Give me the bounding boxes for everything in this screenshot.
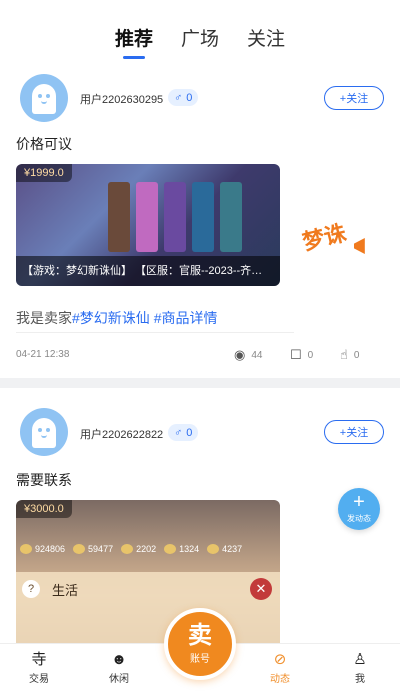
nav-me-label: 我 xyxy=(355,674,365,685)
coin-icon xyxy=(164,544,177,554)
nav-leisure-label: 休闲 xyxy=(109,674,129,685)
view-count: 44 xyxy=(251,349,263,361)
nav-trade-label: 交易 xyxy=(29,674,49,685)
follow-button[interactable]: +关注 xyxy=(324,86,384,110)
nav-trade[interactable]: 寺 交易 xyxy=(14,650,64,685)
logo-text: 梦诛 xyxy=(299,220,349,255)
hashtag-game[interactable]: #梦幻新诛仙 xyxy=(72,310,150,326)
gender-count: 0 xyxy=(186,91,193,104)
eye-icon: ◉ xyxy=(234,347,246,362)
sell-char: 卖 xyxy=(188,622,212,649)
coin-icon xyxy=(73,544,86,554)
gender-badge: ♂ 0 xyxy=(168,89,199,106)
megaphone-icon xyxy=(354,238,365,254)
post-title: 需要联系 xyxy=(16,472,72,488)
person-icon: ♙ xyxy=(353,651,367,668)
post-date: 04-21 12:38 xyxy=(16,349,70,360)
ghost-icon xyxy=(32,418,56,448)
post-meta: 04-21 12:38 ◉ 44 ☐ 0 ☝ 0 xyxy=(16,347,364,363)
sell-account-button[interactable]: 卖 账号 xyxy=(164,608,236,680)
male-icon: ♂ xyxy=(174,426,183,439)
like-count: 0 xyxy=(353,349,360,361)
post-title: 价格可议 xyxy=(16,136,72,152)
gender-count: 0 xyxy=(186,426,193,439)
resource-strip: 924806 59477 2202 1324 4237 xyxy=(16,538,280,560)
comment-stat[interactable]: ☐ 0 xyxy=(290,347,313,363)
avatar[interactable] xyxy=(20,408,68,456)
section-separator xyxy=(0,378,400,388)
hashtag-details[interactable]: #商品详情 xyxy=(154,310,218,326)
nav-dynamic[interactable]: ⊘ 动态 xyxy=(255,650,305,685)
comment-count: 0 xyxy=(307,349,314,361)
close-icon: ✕ xyxy=(250,578,272,600)
compass-icon: ⊘ xyxy=(273,651,287,668)
follow-button[interactable]: +关注 xyxy=(324,420,384,444)
post-image[interactable]: ¥1999.0 【游戏：梦幻新诛仙】 【区服：官服--2023--齐… xyxy=(16,164,280,286)
trade-icon: 寺 xyxy=(31,651,47,668)
panel-label: 生活 xyxy=(52,583,79,598)
divider xyxy=(16,332,294,333)
price-tag: ¥3000.0 xyxy=(16,500,72,518)
seller-line: 我是卖家#梦幻新诛仙 #商品详情 xyxy=(16,308,217,328)
ghost-icon xyxy=(32,84,56,114)
price-tag: ¥1999.0 xyxy=(16,164,72,182)
plus-icon: + xyxy=(353,491,365,513)
image-caption: 【游戏：梦幻新诛仙】 【区服：官服--2023--齐… xyxy=(16,256,280,286)
coin-icon xyxy=(20,544,32,554)
nav-leisure[interactable]: ☻ 休闲 xyxy=(94,650,144,685)
tab-recommend[interactable]: 推荐 xyxy=(115,24,153,51)
post-image[interactable]: ¥3000.0 924806 59477 2202 1324 4237 ? 生活… xyxy=(16,500,280,648)
username[interactable]: 用户2202622822 xyxy=(80,426,163,442)
sell-sub: 账号 xyxy=(190,654,210,665)
fab-label: 发动态 xyxy=(347,514,371,523)
game-icon: ☻ xyxy=(111,651,127,668)
like-stat[interactable]: ☝ 0 xyxy=(340,347,359,363)
avatar[interactable] xyxy=(20,74,68,122)
comment-icon: ☐ xyxy=(290,347,302,362)
tab-square[interactable]: 广场 xyxy=(181,24,219,51)
coin-icon xyxy=(207,544,220,554)
seller-text: 我是卖家 xyxy=(16,310,72,326)
game-logo: 梦诛 xyxy=(296,212,382,274)
gender-badge: ♂ 0 xyxy=(168,424,199,441)
post-dynamic-button[interactable]: + 发动态 xyxy=(338,488,380,530)
top-tab-bar: 推荐 广场 关注 xyxy=(0,0,400,66)
thumbs-up-icon: ☝ xyxy=(340,347,348,362)
view-stat: ◉ 44 xyxy=(234,347,262,363)
help-icon: ? xyxy=(22,580,40,598)
tab-following[interactable]: 关注 xyxy=(247,24,285,51)
life-panel: ? 生活 ✕ xyxy=(16,572,280,648)
nav-dynamic-label: 动态 xyxy=(270,674,290,685)
username[interactable]: 用户2202630295 xyxy=(80,91,163,107)
nav-me[interactable]: ♙ 我 xyxy=(335,650,385,685)
follow-label: +关注 xyxy=(339,427,369,439)
coin-icon xyxy=(121,544,134,554)
male-icon: ♂ xyxy=(174,91,183,104)
follow-label: +关注 xyxy=(339,93,369,105)
